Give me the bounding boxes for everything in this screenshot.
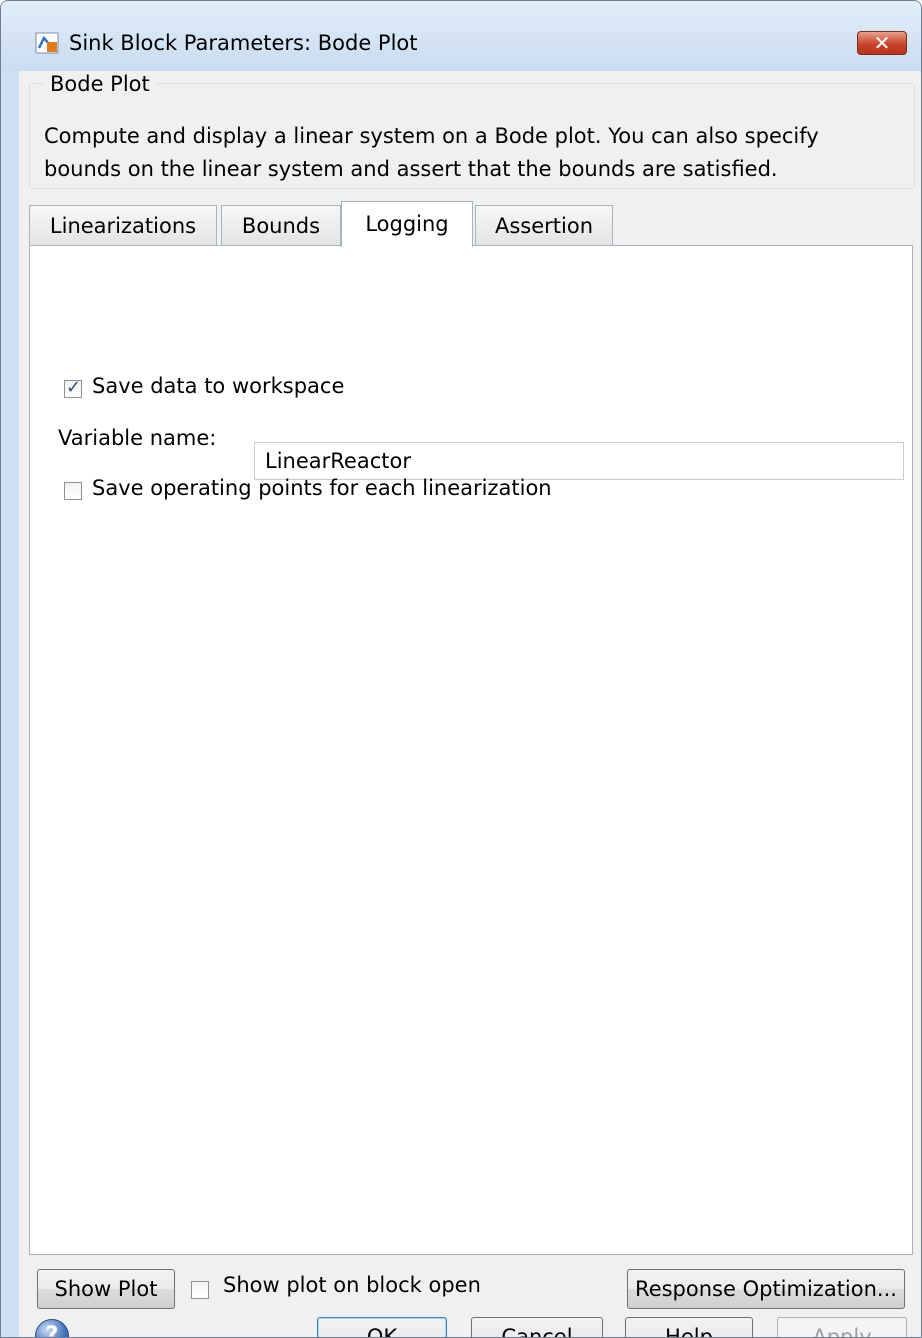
cancel-button[interactable]: Cancel bbox=[471, 1317, 603, 1337]
simulink-block-icon bbox=[35, 32, 59, 54]
apply-button[interactable]: Apply bbox=[777, 1317, 907, 1337]
tab-assertion[interactable]: Assertion bbox=[475, 205, 613, 245]
title-bar[interactable]: Sink Block Parameters: Bode Plot ✕ bbox=[1, 1, 921, 71]
tab-linearizations[interactable]: Linearizations bbox=[29, 205, 217, 245]
variable-name-input[interactable] bbox=[255, 443, 903, 479]
close-button[interactable]: ✕ bbox=[857, 31, 907, 55]
block-description-group: Bode Plot Compute and display a linear s… bbox=[29, 72, 915, 189]
show-on-open-label[interactable]: Show plot on block open bbox=[223, 1273, 481, 1297]
description-line-1: Compute and display a linear system on a… bbox=[44, 124, 819, 148]
save-op-points-checkbox[interactable] bbox=[64, 482, 82, 500]
save-data-label[interactable]: Save data to workspace bbox=[92, 374, 344, 398]
dialog-client-area: Bode Plot Compute and display a linear s… bbox=[19, 71, 921, 1337]
tab-bounds[interactable]: Bounds bbox=[221, 205, 341, 245]
response-optimization-button[interactable]: Response Optimization... bbox=[627, 1269, 905, 1309]
window-title: Sink Block Parameters: Bode Plot bbox=[69, 31, 418, 55]
help-button[interactable]: Help bbox=[625, 1317, 753, 1337]
description-line-2: bounds on the linear system and assert t… bbox=[44, 157, 778, 181]
tab-logging[interactable]: Logging bbox=[341, 201, 473, 247]
save-op-points-label[interactable]: Save operating points for each lineariza… bbox=[92, 476, 552, 500]
dialog-window: Sink Block Parameters: Bode Plot ✕ Bode … bbox=[0, 0, 922, 1338]
show-on-open-checkbox[interactable] bbox=[191, 1281, 209, 1299]
variable-name-label: Variable name: bbox=[58, 426, 217, 450]
logging-tab-panel: Save data to workspace Variable name: Sa… bbox=[29, 245, 913, 1255]
help-icon[interactable]: ? bbox=[35, 1319, 69, 1337]
close-icon: ✕ bbox=[873, 31, 891, 55]
save-data-checkbox[interactable] bbox=[64, 377, 82, 398]
variable-name-field[interactable] bbox=[254, 442, 904, 480]
group-title: Bode Plot bbox=[44, 72, 156, 96]
show-plot-button[interactable]: Show Plot bbox=[37, 1269, 175, 1309]
block-description: Compute and display a linear system on a… bbox=[44, 120, 904, 186]
ok-button[interactable]: OK bbox=[317, 1317, 447, 1337]
